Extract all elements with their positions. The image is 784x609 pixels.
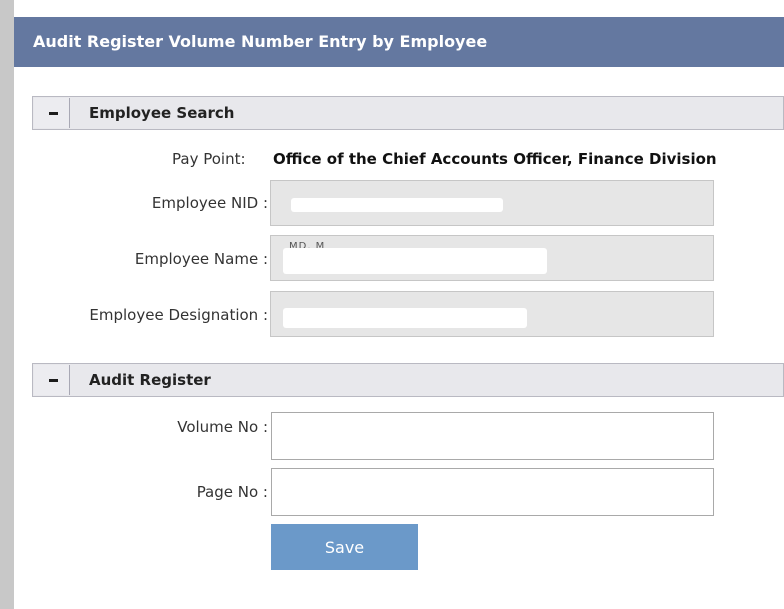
employee-nid-label: Employee NID : [151,194,268,212]
page-no-label: Page No : [196,483,268,501]
employee-designation-field[interactable] [270,291,714,337]
redaction-mask [291,198,503,212]
collapse-audit-register-button[interactable] [34,365,70,395]
employee-search-section-header: Employee Search [32,96,784,130]
volume-no-label: Volume No : [177,418,268,436]
employee-name-field[interactable]: MD. M [270,235,714,281]
save-button[interactable]: Save [271,524,418,570]
redaction-mask [283,248,547,274]
employee-search-section-title: Employee Search [89,104,235,122]
collapse-employee-search-button[interactable] [34,98,70,128]
audit-register-section-header: Audit Register [32,363,784,397]
volume-no-input[interactable] [271,412,714,460]
pay-point-label: Pay Point: [172,150,246,168]
employee-name-label: Employee Name : [134,250,268,268]
employee-designation-label: Employee Designation : [89,306,268,324]
pay-point-value: Office of the Chief Accounts Officer, Fi… [273,150,717,168]
audit-register-section-title: Audit Register [89,371,211,389]
page-no-input[interactable] [271,468,714,516]
page-title: Audit Register Volume Number Entry by Em… [14,17,784,67]
redaction-mask [283,308,527,328]
employee-nid-field[interactable] [270,180,714,226]
